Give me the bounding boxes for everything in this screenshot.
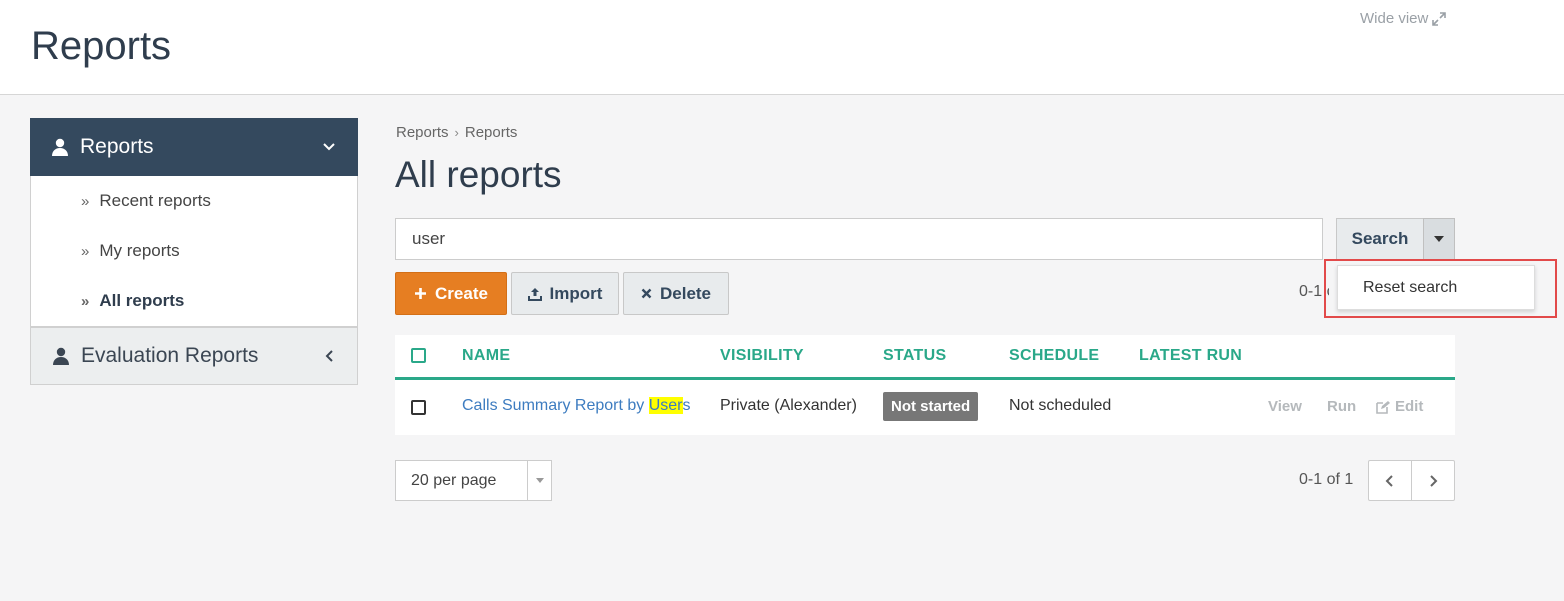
caret-down-icon (527, 461, 551, 500)
sidebar-section-reports[interactable]: Reports (30, 118, 358, 176)
search-options-toggle[interactable] (1423, 218, 1455, 260)
table-row: Calls Summary Report by Users Private (A… (395, 380, 1455, 435)
chevron-right-icon (1430, 474, 1438, 487)
chevron-down-icon (323, 143, 335, 151)
visibility-cell: Private (Alexander) (720, 397, 857, 414)
double-chevron-icon: » (81, 292, 90, 310)
sidebar-item-all-reports[interactable]: » All reports (31, 276, 357, 326)
previous-page-button[interactable] (1369, 461, 1411, 500)
sidebar: Reports » Recent reports » My reports » … (30, 118, 358, 385)
per-page-value: 20 per page (411, 471, 497, 489)
sidebar-section-label: Reports (80, 135, 154, 158)
per-page-select[interactable]: 20 per page (395, 460, 552, 501)
wide-view-label: Wide view (1360, 10, 1429, 27)
page-title: Reports (31, 24, 172, 68)
status-badge: Not started (883, 392, 979, 421)
pager (1368, 460, 1455, 501)
search-button[interactable]: Search (1336, 218, 1424, 260)
table-header: NAME VISIBILITY STATUS SCHEDULE LATEST R… (395, 335, 1455, 380)
view-action[interactable]: View (1268, 398, 1302, 415)
breadcrumb-separator-icon: › (454, 125, 459, 140)
user-icon (52, 138, 68, 156)
main-title: All reports (395, 154, 562, 195)
sidebar-list: » Recent reports » My reports » All repo… (30, 176, 358, 327)
sidebar-item-label: All reports (99, 291, 185, 310)
import-button[interactable]: Import (511, 272, 619, 315)
report-name-part: s (682, 397, 691, 414)
sidebar-item-recent-reports[interactable]: » Recent reports (31, 176, 357, 226)
import-label: Import (549, 283, 603, 303)
column-header-schedule[interactable]: SCHEDULE (1009, 347, 1099, 365)
create-button[interactable]: Create (395, 272, 507, 315)
column-header-latest-run[interactable]: LATEST RUN (1139, 347, 1242, 365)
run-action[interactable]: Run (1327, 398, 1356, 415)
breadcrumb: Reports › Reports (396, 124, 517, 141)
result-range: 0-1 of 1 (1299, 471, 1354, 488)
sidebar-item-label: My reports (99, 241, 180, 260)
create-label: Create (435, 283, 488, 303)
sidebar-item-label: Recent reports (99, 191, 211, 210)
column-header-name[interactable]: NAME (462, 347, 510, 365)
next-page-button[interactable] (1411, 461, 1454, 500)
sidebar-item-my-reports[interactable]: » My reports (31, 226, 357, 276)
report-name-part: Calls Summary Report by (462, 397, 649, 414)
wide-view-toggle[interactable]: Wide view (1360, 10, 1447, 27)
plus-icon (415, 288, 427, 299)
chevron-left-icon (1385, 474, 1393, 487)
double-chevron-icon: » (81, 192, 90, 210)
schedule-cell: Not scheduled (1009, 397, 1112, 414)
page-header: Reports Wide view (0, 0, 1564, 95)
user-icon (53, 347, 69, 365)
select-all-checkbox[interactable] (411, 348, 426, 363)
search-input[interactable] (395, 218, 1323, 260)
column-header-status[interactable]: STATUS (883, 347, 946, 365)
sidebar-section-evaluation-reports[interactable]: Evaluation Reports (30, 327, 358, 385)
search-match-highlight: User (648, 397, 683, 414)
edit-icon (1376, 400, 1390, 414)
reports-table: NAME VISIBILITY STATUS SCHEDULE LATEST R… (395, 335, 1455, 435)
annotation-highlight-box (1324, 259, 1557, 318)
caret-down-icon (1434, 236, 1444, 242)
sidebar-section-label: Evaluation Reports (81, 344, 259, 367)
breadcrumb-item[interactable]: Reports (396, 124, 449, 141)
delete-button[interactable]: Delete (623, 272, 729, 315)
column-header-visibility[interactable]: VISIBILITY (720, 347, 804, 365)
delete-label: Delete (659, 283, 712, 303)
report-name-link[interactable]: Calls Summary Report by Users (462, 397, 691, 415)
edit-label: Edit (1395, 398, 1424, 415)
chevron-left-icon (325, 350, 333, 362)
expand-icon (1432, 11, 1447, 26)
breadcrumb-item[interactable]: Reports (465, 124, 518, 141)
close-icon (641, 288, 652, 299)
double-chevron-icon: » (81, 242, 90, 260)
row-checkbox[interactable] (411, 400, 426, 415)
upload-icon (527, 287, 542, 301)
edit-action[interactable]: Edit (1376, 398, 1423, 415)
